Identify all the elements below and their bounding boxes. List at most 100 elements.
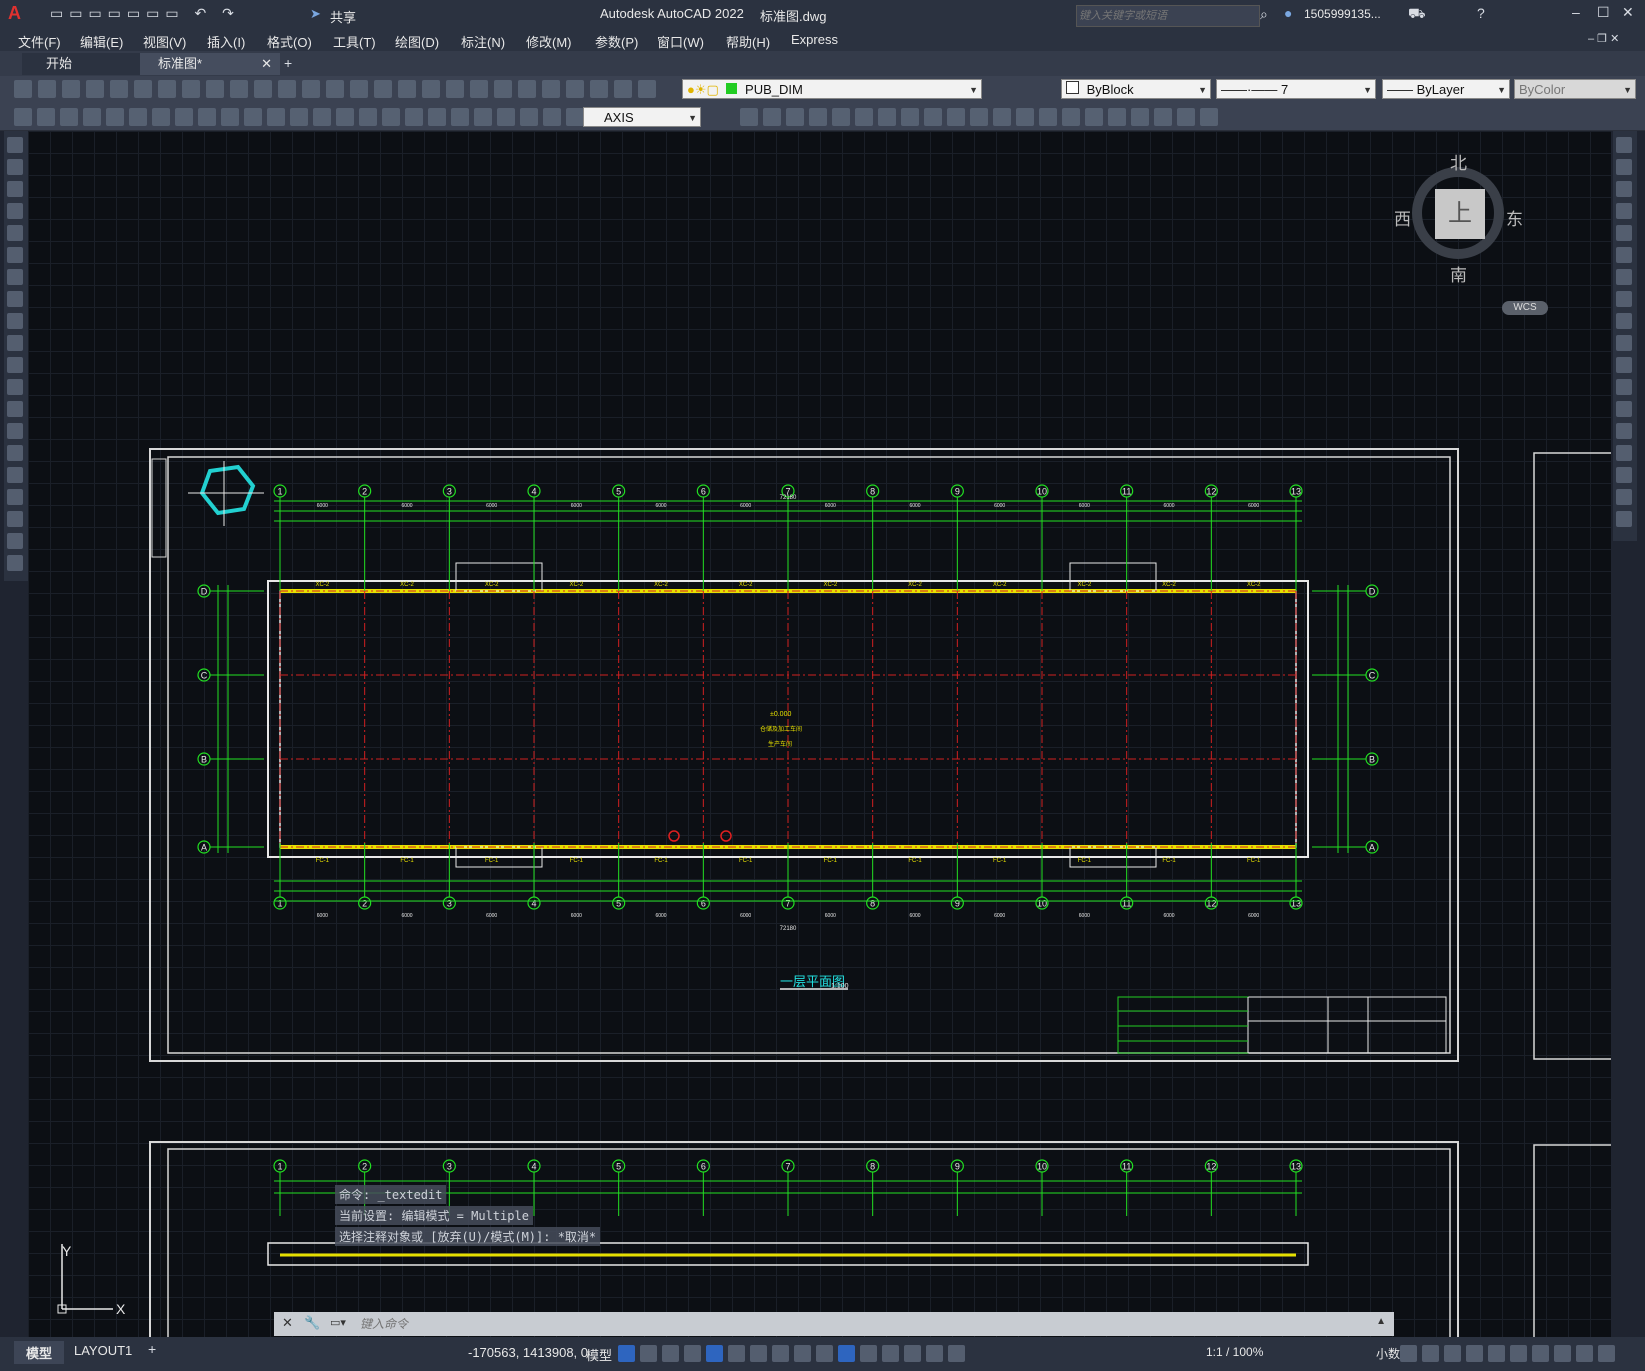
status-toggle-icon-18[interactable]: [1444, 1345, 1461, 1362]
tool-icon-0[interactable]: [14, 80, 32, 98]
modify-tool-icon-8[interactable]: [1616, 313, 1632, 329]
layout-tab-model[interactable]: 模型: [14, 1341, 65, 1364]
status-toggle-icon-2[interactable]: [662, 1345, 679, 1362]
tool-icon-3[interactable]: [86, 80, 104, 98]
draw-tool-icon-5[interactable]: [7, 247, 23, 263]
tool-icon-9[interactable]: [230, 80, 248, 98]
draw-tool-icon-13[interactable]: [7, 423, 23, 439]
viewcube-top-face[interactable]: 上: [1435, 189, 1485, 239]
modify-tool-icon-5[interactable]: [1616, 247, 1632, 263]
tab-start[interactable]: 开始: [22, 53, 150, 75]
draw-tool-icon-10[interactable]: [7, 357, 23, 373]
annotation-scale[interactable]: 1:1 / 100%: [1206, 1345, 1263, 1359]
tool-icon-24[interactable]: [590, 80, 608, 98]
command-customize-icon[interactable]: 🔧: [304, 1315, 320, 1331]
status-toggle-icon-20[interactable]: [1488, 1345, 1505, 1362]
tool-icon-34[interactable]: [947, 108, 965, 126]
tool-icon-40[interactable]: [1085, 108, 1103, 126]
tool-icon-37[interactable]: [1016, 108, 1034, 126]
command-prompt-icon[interactable]: ▭▾: [330, 1316, 346, 1329]
modify-tool-icon-13[interactable]: [1616, 423, 1632, 439]
share-icon[interactable]: ➤: [310, 6, 321, 22]
status-toggle-icon-3[interactable]: [684, 1345, 701, 1362]
draw-tool-icon-6[interactable]: [7, 269, 23, 285]
tool-icon-12[interactable]: [302, 80, 320, 98]
units-dropdown[interactable]: 小数: [1376, 1345, 1400, 1362]
status-toggle-icon-8[interactable]: [794, 1345, 811, 1362]
command-history-toggle-icon[interactable]: ▲: [1376, 1316, 1386, 1327]
tool-icon-1[interactable]: [38, 80, 56, 98]
status-toggle-icon-1[interactable]: [640, 1345, 657, 1362]
help-icon[interactable]: ?: [1477, 5, 1485, 21]
draw-tool-icon-18[interactable]: [7, 533, 23, 549]
tool-icon-1[interactable]: [37, 108, 55, 126]
quick-access-toolbar[interactable]: ▭▭▭▭▭▭▭ ↶ ↷: [50, 5, 240, 22]
user-name[interactable]: 1505999135...: [1304, 7, 1381, 21]
draw-tool-icon-15[interactable]: [7, 467, 23, 483]
menu-parametric[interactable]: 参数(P): [595, 32, 638, 51]
tab-close-icon[interactable]: ✕: [261, 53, 272, 75]
draw-tool-icon-9[interactable]: [7, 335, 23, 351]
tool-icon-33[interactable]: [924, 108, 942, 126]
status-toggle-icon-19[interactable]: [1466, 1345, 1483, 1362]
modify-tool-icon-4[interactable]: [1616, 225, 1632, 241]
coordinates-readout[interactable]: -170563, 1413908, 0: [468, 1345, 588, 1360]
tool-icon-5[interactable]: [134, 80, 152, 98]
tool-icon-39[interactable]: [1062, 108, 1080, 126]
plotstyle-dropdown[interactable]: ByColor ▼: [1514, 79, 1636, 99]
modify-tool-icon-17[interactable]: [1616, 511, 1632, 527]
tool-icon-41[interactable]: [1108, 108, 1126, 126]
tool-icon-7[interactable]: [175, 108, 193, 126]
tool-icon-2[interactable]: [60, 108, 78, 126]
draw-tool-icon-4[interactable]: [7, 225, 23, 241]
share-button[interactable]: 共享: [330, 7, 356, 26]
maximize-icon[interactable]: ☐: [1597, 4, 1610, 21]
tool-icon-8[interactable]: [206, 80, 224, 98]
tool-icon-17[interactable]: [422, 80, 440, 98]
viewcube-south[interactable]: 南: [1450, 261, 1467, 286]
tool-icon-22[interactable]: [542, 80, 560, 98]
tool-icon-9[interactable]: [221, 108, 239, 126]
status-toggle-icon-9[interactable]: [816, 1345, 833, 1362]
tool-icon-35[interactable]: [970, 108, 988, 126]
tool-icon-3[interactable]: [83, 108, 101, 126]
add-layout-icon[interactable]: +: [148, 1341, 156, 1357]
draw-tool-icon-8[interactable]: [7, 313, 23, 329]
modify-tool-icon-6[interactable]: [1616, 269, 1632, 285]
dimstyle-dropdown[interactable]: AXIS ▼: [583, 107, 701, 127]
tool-icon-6[interactable]: [152, 108, 170, 126]
status-toggle-icon-7[interactable]: [772, 1345, 789, 1362]
modify-tool-icon-9[interactable]: [1616, 335, 1632, 351]
menu-modify[interactable]: 修改(M): [526, 32, 572, 51]
tool-icon-26[interactable]: [763, 108, 781, 126]
modify-tool-icon-14[interactable]: [1616, 445, 1632, 461]
draw-tool-icon-16[interactable]: [7, 489, 23, 505]
viewcube[interactable]: 上 北 南 西 东: [1394, 149, 1523, 285]
tool-icon-23[interactable]: [543, 108, 561, 126]
tool-icon-13[interactable]: [313, 108, 331, 126]
modify-tool-icon-2[interactable]: [1616, 181, 1632, 197]
menu-format[interactable]: 格式(O): [267, 32, 312, 51]
menu-tools[interactable]: 工具(T): [333, 32, 376, 51]
draw-tool-icon-11[interactable]: [7, 379, 23, 395]
menu-file[interactable]: 文件(F): [18, 32, 61, 51]
tool-icon-27[interactable]: [786, 108, 804, 126]
menu-view[interactable]: 视图(V): [143, 32, 186, 51]
drawing-canvas[interactable]: 1 1 XC-2 FC-1 2 2 XC-2 FC-1 3 3 XC-2 FC-1 4 4 XC-2 FC-1…: [28, 131, 1611, 1337]
modify-tool-icon-3[interactable]: [1616, 203, 1632, 219]
autocad-logo-icon[interactable]: A: [8, 3, 21, 24]
tool-icon-16[interactable]: [382, 108, 400, 126]
search-icon[interactable]: ⌕: [1260, 6, 1268, 23]
tool-icon-4[interactable]: [106, 108, 124, 126]
draw-tool-icon-17[interactable]: [7, 511, 23, 527]
status-toggle-icon-22[interactable]: [1532, 1345, 1549, 1362]
tool-icon-10[interactable]: [254, 80, 272, 98]
status-toggle-icon-13[interactable]: [904, 1345, 921, 1362]
tool-icon-32[interactable]: [901, 108, 919, 126]
tool-icon-26[interactable]: [638, 80, 656, 98]
layer-dropdown[interactable]: ●☀▢ PUB_DIM ▼: [682, 79, 982, 99]
menu-dimension[interactable]: 标注(N): [461, 32, 505, 51]
draw-tool-icon-19[interactable]: [7, 555, 23, 571]
tool-icon-19[interactable]: [451, 108, 469, 126]
modify-tool-icon-7[interactable]: [1616, 291, 1632, 307]
